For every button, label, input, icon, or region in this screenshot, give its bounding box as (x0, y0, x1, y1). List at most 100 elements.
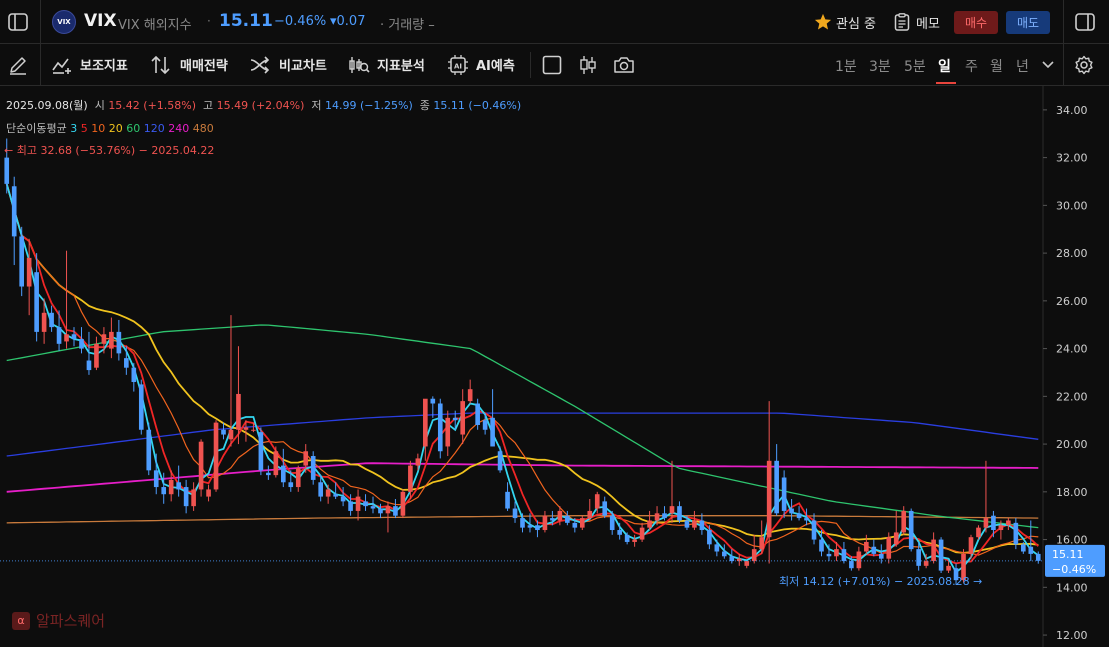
ai-chip-icon[interactable]: AI (447, 54, 469, 76)
legend-low-label: 저 (311, 99, 322, 112)
ma-legend[interactable]: 단순이동평균 3 5 10 20 60 120 240 480 (6, 120, 214, 136)
memo-icon[interactable] (893, 12, 911, 32)
ai-predict-button[interactable]: AI예측 (476, 55, 515, 74)
indicators-button[interactable]: 보조지표 (80, 55, 128, 74)
candle-body (325, 489, 331, 497)
symbol-name[interactable]: VIX (84, 11, 117, 31)
camera-icon[interactable] (613, 54, 635, 76)
strategy-icon[interactable] (150, 54, 172, 76)
candle-body (11, 186, 17, 237)
analysis-button[interactable]: 지표분석 (377, 55, 425, 74)
candle-body (632, 539, 637, 542)
chart-area[interactable]: 12.00 14.00 16.00 18.00 20.00 22.00 24.00 26.00… (0, 86, 1109, 647)
candle-body (916, 549, 921, 566)
timeframe-week[interactable]: 주 (965, 56, 978, 76)
candle-body (251, 429, 256, 431)
indicator-icon[interactable] (51, 54, 73, 76)
sell-button[interactable]: 매도 (1006, 11, 1050, 34)
legend-close: 15.11 (−0.46%) (433, 99, 522, 112)
buy-button[interactable]: 매수 (954, 11, 998, 34)
candle-body (236, 393, 241, 430)
candle-body (64, 334, 69, 342)
candle-body (796, 513, 802, 519)
candle-body (774, 460, 779, 514)
candle-body (878, 553, 884, 559)
candle-body (550, 518, 555, 521)
candle-body (751, 549, 757, 562)
candlestick-chart[interactable]: 12.00 14.00 16.00 18.00 20.00 22.00 24.00 26.00… (0, 86, 1109, 647)
timeframe-year[interactable]: 년 (1016, 56, 1029, 76)
timeframe-3min[interactable]: 3분 (869, 56, 891, 76)
candle-body (609, 515, 615, 531)
candle-body (587, 510, 593, 519)
compare-button[interactable]: 비교차트 (279, 55, 327, 74)
candle-body (811, 520, 817, 540)
candle-body (445, 417, 451, 447)
candle-body (423, 398, 428, 447)
right-panel-toggle-icon[interactable] (1073, 10, 1097, 34)
candle-body (669, 506, 675, 514)
y-tick-label: 22.00 (1056, 390, 1088, 403)
candle-body (617, 530, 622, 535)
candle-body (475, 403, 480, 425)
y-tick-label: 34.00 (1056, 104, 1088, 117)
volume-text: · 거래량 – (380, 18, 435, 33)
candle-body (206, 489, 211, 497)
change-percent: −0.46% (274, 14, 327, 29)
y-tick-label: 16.00 (1056, 534, 1088, 547)
candle-body (998, 525, 1004, 531)
candle-body (729, 556, 735, 562)
candle-body (938, 539, 944, 571)
candle-body (452, 417, 458, 421)
draw-pen-icon[interactable] (6, 53, 30, 77)
star-icon[interactable] (813, 12, 833, 32)
memo-button[interactable]: 메모 (916, 13, 940, 32)
compare-icon[interactable] (249, 54, 271, 76)
candle-body (849, 561, 854, 569)
ma-legend-480: 480 (192, 122, 214, 135)
candle-body (109, 331, 114, 349)
svg-text:AI: AI (454, 63, 462, 71)
candle-body (819, 539, 824, 552)
candle-body (198, 441, 204, 490)
candle-body (759, 537, 765, 550)
candle-body (1035, 553, 1041, 561)
sidebar-toggle-icon[interactable] (6, 10, 30, 34)
timeframe-1min[interactable]: 1분 (835, 56, 857, 76)
candle-body (1013, 522, 1019, 545)
candle-style-icon[interactable] (577, 54, 599, 76)
candle-body (213, 422, 219, 490)
legend-high: 15.49 (+2.04%) (216, 99, 305, 112)
timeframe-month[interactable]: 월 (990, 56, 1003, 76)
candle-body (146, 429, 152, 471)
square-chart-icon[interactable] (541, 54, 563, 76)
candle-body (86, 360, 92, 371)
analysis-icon[interactable] (348, 54, 370, 76)
watchlist-button[interactable]: 관심 중 (836, 13, 876, 32)
candle-body (579, 518, 585, 528)
candle-body (71, 334, 77, 340)
active-timeframe-indicator (936, 82, 956, 84)
settings-gear-icon[interactable] (1073, 54, 1095, 76)
ma20-line (5, 183, 1039, 554)
candle-body (1006, 520, 1011, 526)
y-tick-label: 20.00 (1056, 438, 1088, 451)
candle-body (385, 506, 391, 514)
watermark: α 알파스퀘어 (12, 610, 105, 631)
ma-legend-5: 5 (80, 122, 88, 135)
candle-body (437, 403, 443, 452)
candle-body (258, 432, 264, 471)
candle-body (736, 558, 742, 562)
ma-legend-20: 20 (108, 122, 123, 135)
y-tick-label: 28.00 (1056, 247, 1088, 260)
candle-body (490, 417, 495, 447)
candle-body (415, 458, 421, 466)
y-tick-label: 26.00 (1056, 295, 1088, 308)
y-tick-label: 24.00 (1056, 343, 1088, 356)
candle-body (333, 494, 338, 497)
timeframe-day[interactable]: 일 (938, 56, 951, 76)
timeframe-5min[interactable]: 5분 (904, 56, 926, 76)
chevron-down-icon[interactable] (1040, 57, 1056, 73)
strategy-button[interactable]: 매매전략 (180, 55, 228, 74)
candle-body (684, 520, 690, 528)
